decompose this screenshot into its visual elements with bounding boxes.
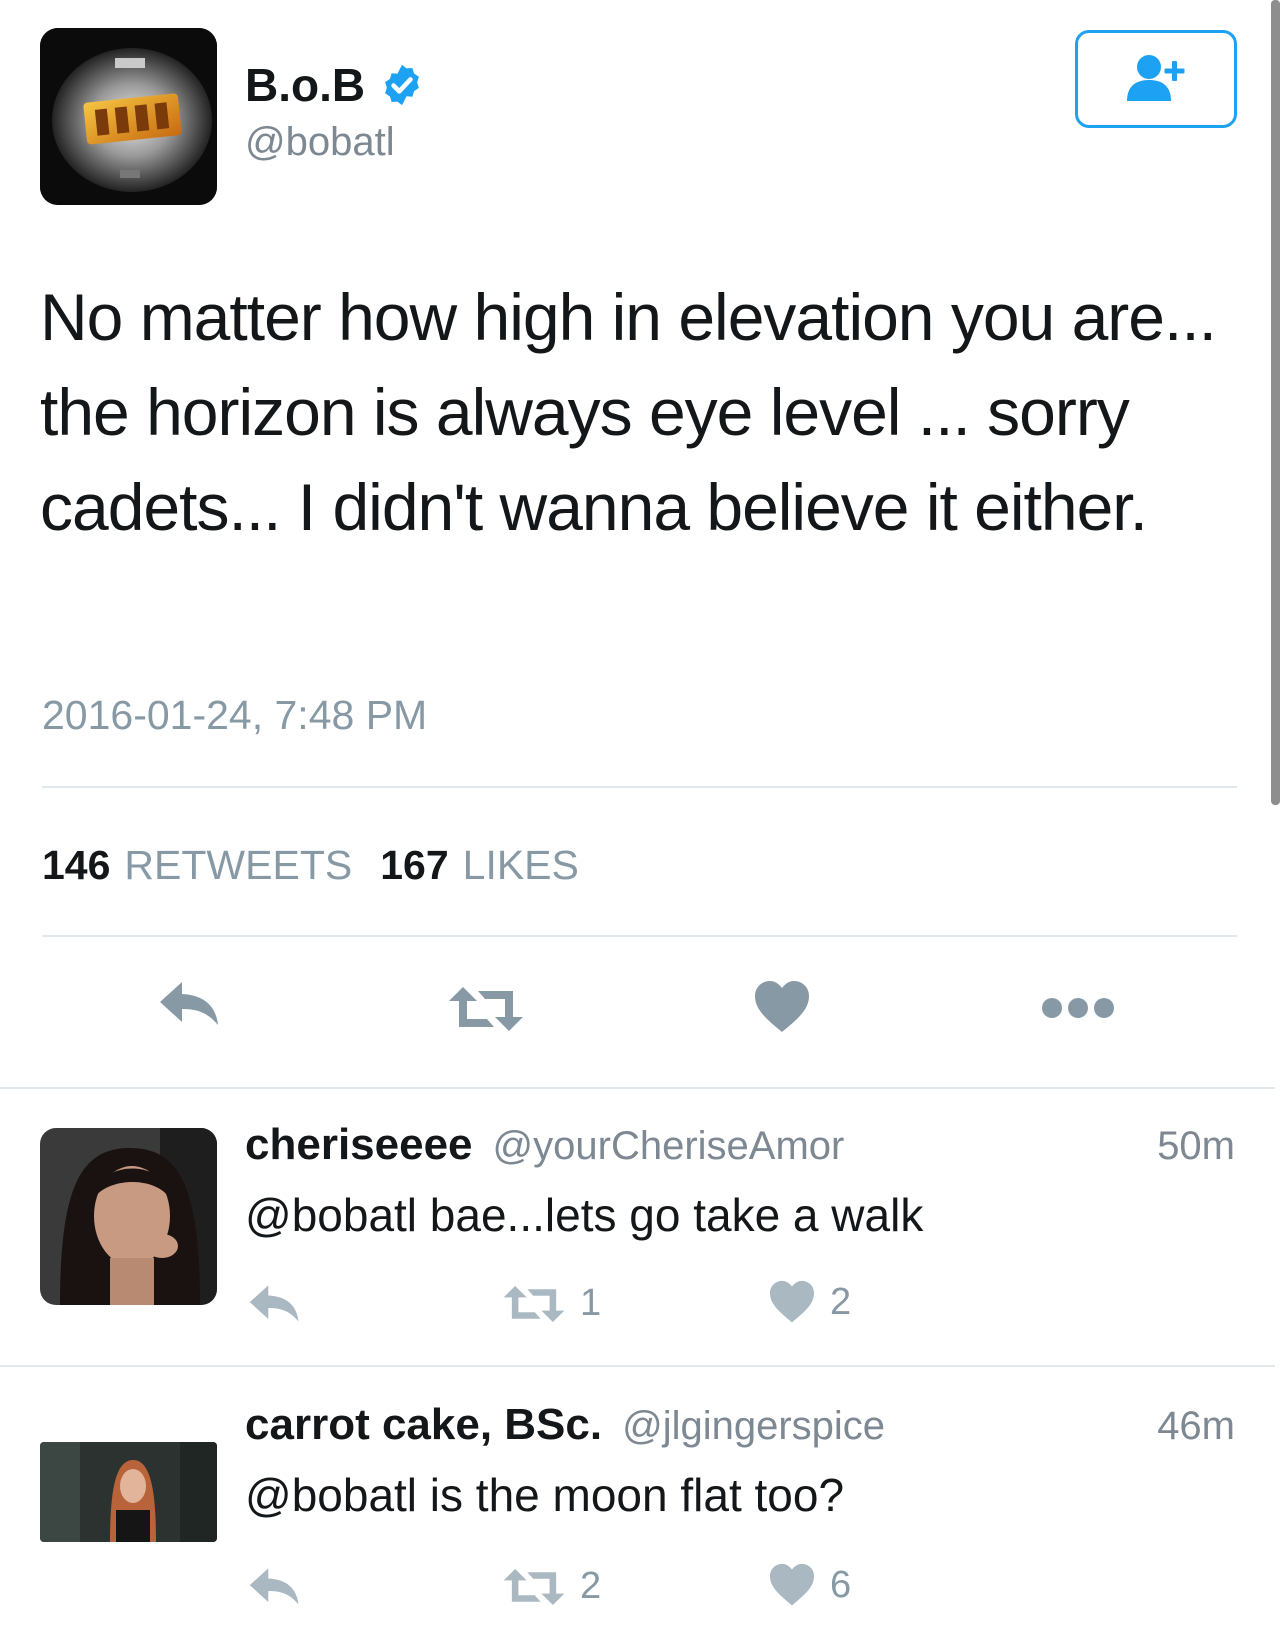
reply-icon bbox=[249, 1285, 299, 1322]
like-icon bbox=[770, 1280, 814, 1323]
follow-button[interactable] bbox=[1075, 30, 1237, 128]
divider bbox=[0, 1365, 1275, 1367]
user-photo-icon bbox=[40, 1128, 217, 1305]
tweet-text: No matter how high in elevation you are.… bbox=[40, 280, 1217, 544]
reply-like-button[interactable]: 6 bbox=[768, 1563, 851, 1607]
user-photo-icon bbox=[40, 1442, 217, 1542]
retweet-label: RETWEETS bbox=[124, 842, 353, 888]
verified-badge-icon bbox=[385, 64, 419, 106]
reply-header: carrot cake, BSc. @jlgingerspice bbox=[245, 1400, 885, 1450]
reply-retweet-button[interactable]: 2 bbox=[502, 1565, 601, 1608]
tweet-stats: 146 RETWEETS 167 LIKES bbox=[42, 842, 579, 889]
scrollbar[interactable] bbox=[1271, 0, 1280, 805]
tweet-timestamp: 2016-01-24, 7:48 PM bbox=[42, 692, 428, 738]
more-button[interactable] bbox=[1040, 996, 1116, 1020]
like-icon bbox=[770, 1563, 814, 1606]
reply-icon bbox=[249, 1568, 299, 1605]
reply-avatar[interactable] bbox=[40, 1442, 217, 1542]
retweet-button[interactable] bbox=[447, 985, 525, 1033]
reply-icon bbox=[160, 982, 218, 1025]
author-name-text: B.o.B bbox=[245, 59, 366, 111]
reply-author-handle[interactable]: @yourCheriseAmor bbox=[493, 1124, 845, 1169]
reply-reply-button[interactable] bbox=[248, 1282, 302, 1324]
reply-author-name[interactable]: carrot cake, BSc. bbox=[245, 1400, 602, 1450]
reply-author-name[interactable]: cheriseeee bbox=[245, 1120, 473, 1170]
retweet-icon bbox=[503, 1568, 565, 1605]
reply-text: @bobatl bae...lets go take a walk bbox=[245, 1189, 924, 1241]
reply-like-count: 6 bbox=[830, 1563, 852, 1606]
reply-header: cheriseeee @yourCheriseAmor bbox=[245, 1120, 844, 1170]
reply-author-handle[interactable]: @jlgingerspice bbox=[622, 1404, 885, 1449]
retweet-count: 146 bbox=[42, 842, 111, 888]
reply-button[interactable] bbox=[158, 978, 222, 1028]
author-name[interactable]: B.o.B bbox=[245, 58, 425, 112]
reply-time: 50m bbox=[1157, 1124, 1235, 1168]
reply-avatar[interactable] bbox=[40, 1128, 217, 1305]
reply-like-button[interactable]: 2 bbox=[768, 1280, 851, 1324]
divider bbox=[42, 786, 1237, 788]
reply-reply-button[interactable] bbox=[248, 1565, 302, 1607]
album-cover-avatar-icon bbox=[40, 28, 217, 205]
reply-text: @bobatl is the moon flat too? bbox=[245, 1469, 845, 1521]
like-stat[interactable]: 167 LIKES bbox=[380, 842, 579, 889]
retweet-icon bbox=[503, 1285, 565, 1322]
like-icon bbox=[755, 981, 809, 1032]
author-avatar[interactable] bbox=[40, 28, 217, 205]
reply-time: 46m bbox=[1157, 1404, 1235, 1448]
retweet-icon bbox=[449, 987, 523, 1031]
like-button[interactable] bbox=[753, 980, 811, 1034]
divider bbox=[0, 1087, 1275, 1089]
author-handle[interactable]: @bobatl bbox=[245, 120, 395, 165]
add-user-icon bbox=[1127, 55, 1185, 101]
like-count: 167 bbox=[380, 842, 449, 888]
like-label: LIKES bbox=[462, 842, 579, 888]
retweet-stat[interactable]: 146 RETWEETS bbox=[42, 842, 352, 889]
more-icon bbox=[1042, 998, 1114, 1018]
reply-retweet-count: 1 bbox=[580, 1282, 602, 1324]
reply-retweet-count: 2 bbox=[580, 1565, 602, 1607]
divider bbox=[42, 935, 1237, 937]
reply-retweet-button[interactable]: 1 bbox=[502, 1282, 601, 1325]
reply-like-count: 2 bbox=[830, 1280, 852, 1323]
